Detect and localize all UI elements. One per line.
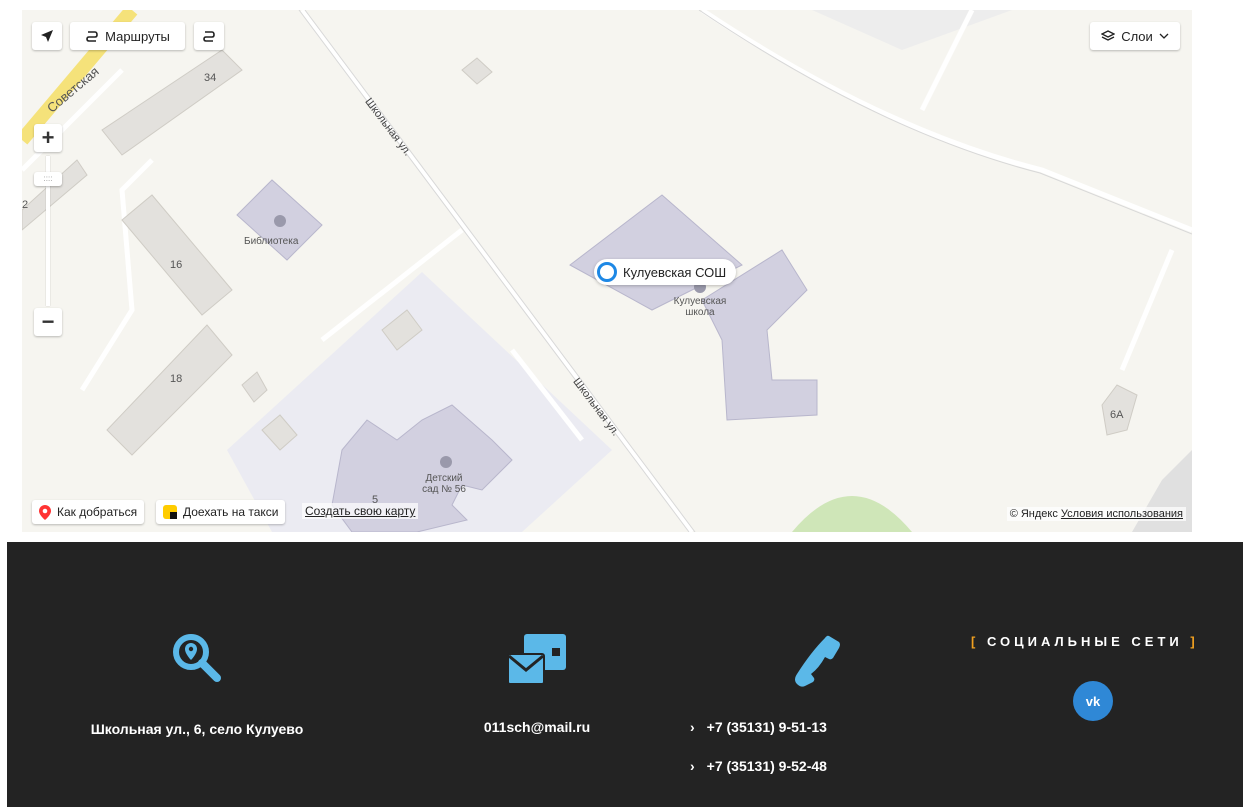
route-button[interactable] [194, 22, 224, 50]
chevron-right-icon: › [690, 758, 695, 774]
create-map-link[interactable]: Создать свою карту [302, 503, 419, 519]
zoom-in-button[interactable]: + [34, 124, 62, 152]
copyright: © Яндекс Условия использования [1006, 507, 1186, 521]
social-title: [ СОЦИАЛЬНЫЕ СЕТИ ] [971, 634, 1199, 649]
bracket-close: ] [1190, 634, 1199, 649]
layers-icon [1101, 29, 1116, 43]
vk-icon[interactable]: vk [1073, 681, 1113, 721]
phone-icon-block [787, 632, 847, 693]
school-pin[interactable]: Кулуевская СОШ [594, 259, 737, 285]
route-icon [202, 29, 216, 43]
terms-link[interactable]: Условия использования [1061, 508, 1183, 520]
phone-number: +7 (35131) 9-52-48 [706, 758, 827, 774]
email-block: 011sch@mail.ru [467, 632, 607, 735]
library-label: Библиотека [244, 236, 299, 247]
chevron-down-icon [1159, 31, 1169, 41]
taxi-label: Доехать на такси [183, 505, 279, 519]
address-text: Школьная ул., 6, село Кулуево [90, 721, 304, 737]
phone-item-1[interactable]: › +7 (35131) 9-51-13 [690, 719, 827, 735]
taxi-icon [163, 505, 177, 519]
school-label: Кулуевская школа [673, 296, 727, 318]
zoom-slider-handle[interactable]: :::: [34, 172, 62, 186]
bracket-open: [ [971, 634, 980, 649]
map-pin-icon [39, 504, 51, 520]
social-title-text: СОЦИАЛЬНЫЕ СЕТИ [986, 634, 1183, 649]
locate-button[interactable] [32, 22, 62, 50]
map[interactable]: Маршруты Слои + :::: − Советская Школьна… [22, 10, 1192, 532]
navigation-arrow-icon [40, 29, 54, 43]
footer: Школьная ул., 6, село Кулуево 011sch@mai… [7, 542, 1243, 807]
layers-button[interactable]: Слои [1090, 22, 1180, 50]
layers-label: Слои [1121, 28, 1153, 44]
phone-item-2[interactable]: › +7 (35131) 9-52-48 [690, 758, 827, 774]
kindergarten-label: Детский сад № 56 [422, 473, 466, 495]
house-number: 6А [1110, 409, 1124, 421]
route-icon [85, 29, 99, 43]
email-text[interactable]: 011sch@mail.ru [467, 719, 607, 735]
location-search-icon [169, 630, 225, 686]
zoom-out-button[interactable]: − [34, 308, 62, 336]
house-number: 18 [170, 373, 183, 385]
phone-number: +7 (35131) 9-51-13 [706, 719, 827, 735]
house-number: 16 [170, 259, 183, 271]
house-number: 2 [22, 199, 29, 211]
address-block: Школьная ул., 6, село Кулуево [77, 630, 317, 737]
chevron-right-icon: › [690, 719, 695, 735]
pin-label: Кулуевская СОШ [623, 264, 727, 280]
copyright-text: © Яндекс [1009, 508, 1058, 520]
routes-button[interactable]: Маршруты [70, 22, 185, 50]
taxi-button[interactable]: Доехать на такси [156, 500, 286, 524]
routes-label: Маршруты [105, 28, 170, 44]
house-number: 34 [204, 72, 217, 84]
pin-ring-icon [597, 262, 617, 282]
phone-icon [789, 632, 845, 688]
directions-button[interactable]: Как добраться [32, 500, 145, 524]
envelope-icon [506, 632, 568, 688]
directions-label: Как добраться [57, 505, 138, 519]
